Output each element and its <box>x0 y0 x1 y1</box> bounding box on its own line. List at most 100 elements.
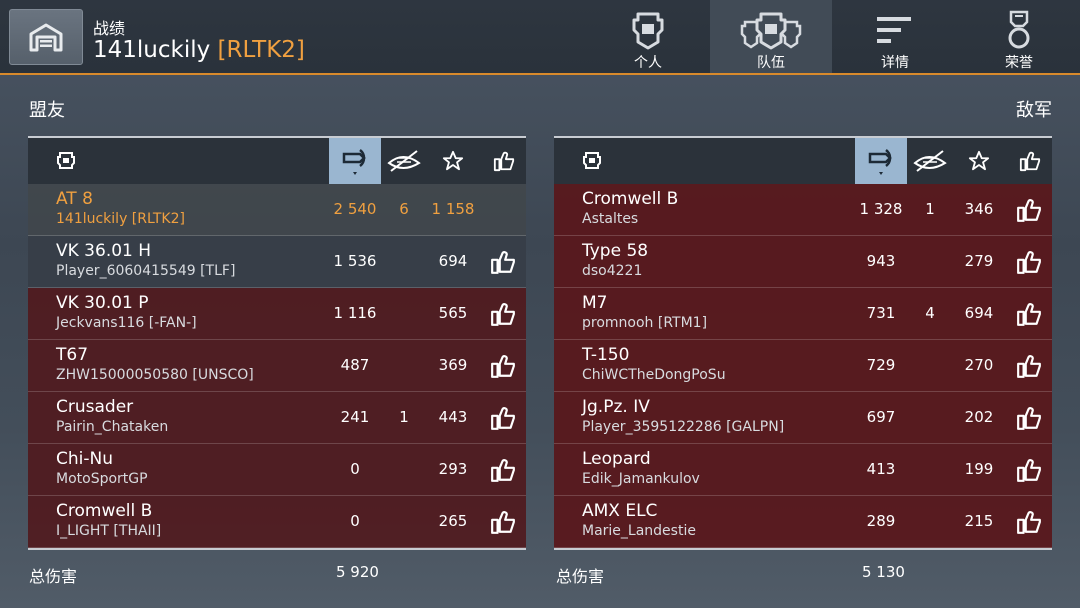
table-row[interactable]: Type 58 dso4221 943 279 <box>554 236 1052 288</box>
like-header-icon[interactable] <box>490 138 518 184</box>
kills-value: 1 <box>399 408 409 426</box>
score-value: 694 <box>438 252 468 270</box>
player-name: I_LIGHT [THAII] <box>56 523 162 539</box>
score-value: 369 <box>438 356 468 374</box>
table-row[interactable]: VK 30.01 P Jeckvans116 [-FAN-] 1 116 565 <box>28 288 526 340</box>
table-row[interactable]: Jg.Pz. IV Player_3595122286 [GALPN] 697 202 <box>554 392 1052 444</box>
thumbs-up-icon <box>491 459 515 482</box>
like-button[interactable] <box>1016 353 1042 379</box>
damage-value: 289 <box>866 512 896 530</box>
score-value: 443 <box>438 408 468 426</box>
details-lines-icon <box>875 10 915 50</box>
damage-value: 0 <box>350 512 360 530</box>
like-button[interactable] <box>1016 301 1042 327</box>
tab-honor-label: 荣誉 <box>1005 55 1033 71</box>
table-row[interactable]: AMX ELC Marie_Landestie 289 215 <box>554 496 1052 548</box>
tank-name: T67 <box>56 345 89 365</box>
damage-icon <box>868 149 892 175</box>
score-value: 293 <box>438 460 468 478</box>
thumbs-up-icon <box>1017 511 1041 534</box>
damage-icon <box>342 149 366 175</box>
player-name: Pairin_Chataken <box>56 419 169 435</box>
enemies-header <box>554 138 1052 184</box>
tank-name: Leopard <box>582 449 651 469</box>
table-row[interactable]: Cromwell B Astaltes 1 328 1 346 <box>554 184 1052 236</box>
thumbs-up-icon <box>1017 407 1041 430</box>
tank-name: Type 58 <box>582 241 649 261</box>
home-button[interactable] <box>9 9 83 65</box>
tank-name: VK 30.01 P <box>56 293 149 313</box>
table-row[interactable]: Crusader Pairin_Chataken 241 1 443 <box>28 392 526 444</box>
score-value: 565 <box>438 304 468 322</box>
player-name: MotoSportGP <box>56 471 148 487</box>
tab-details[interactable]: 详情 <box>834 0 956 73</box>
tank-name: AT 8 <box>56 189 93 209</box>
player-name: Edik_Jamankulov <box>582 471 700 487</box>
table-row[interactable]: Cromwell B I_LIGHT [THAII] 0 265 <box>28 496 526 548</box>
kills-icon[interactable] <box>910 138 950 184</box>
player-name: Player_3595122286 [GALPN] <box>582 419 785 435</box>
player-name: 141luckily <box>93 37 211 63</box>
allies-list: AT 8 141luckily [RLTK2] 2 540 6 1 158 VK 36.0… <box>28 184 526 548</box>
team-icon <box>739 10 803 50</box>
table-row[interactable]: VK 36.01 H Player_6060415549 [TLF] 1 536 69… <box>28 236 526 288</box>
section-label: 战绩 <box>93 19 126 38</box>
like-button[interactable] <box>490 301 516 327</box>
enemies-total-label: 总伤害 <box>556 567 605 586</box>
thumbs-up-icon <box>1017 303 1041 326</box>
garage-icon <box>29 23 63 52</box>
like-button[interactable] <box>490 457 516 483</box>
enemies-title: 敌军 <box>1016 100 1052 121</box>
player-name: 141luckily [RLTK2] <box>56 211 185 227</box>
tab-team[interactable]: 队伍 <box>710 0 832 73</box>
tank-name: Jg.Pz. IV <box>582 397 650 417</box>
like-header-icon[interactable] <box>1016 138 1044 184</box>
tank-column-icon[interactable] <box>52 138 80 184</box>
allies-title: 盟友 <box>29 100 65 121</box>
tab-personal[interactable]: 个人 <box>587 0 709 73</box>
enemies-footer-line <box>554 548 1052 550</box>
damage-value: 413 <box>866 460 896 478</box>
allies-total-label: 总伤害 <box>29 567 78 586</box>
player-name: promnooh [RTM1] <box>582 315 708 331</box>
table-row[interactable]: AT 8 141luckily [RLTK2] 2 540 6 1 158 <box>28 184 526 236</box>
table-row[interactable]: T-150 ChiWCTheDongPoSu 729 270 <box>554 340 1052 392</box>
like-button[interactable] <box>1016 457 1042 483</box>
damage-sort-button[interactable] <box>329 138 381 184</box>
star-icon[interactable] <box>964 138 994 184</box>
tab-team-label: 队伍 <box>757 55 785 71</box>
score-value: 215 <box>964 512 994 530</box>
table-row[interactable]: M7 promnooh [RTM1] 731 4 694 <box>554 288 1052 340</box>
kills-icon[interactable] <box>384 138 424 184</box>
like-button[interactable] <box>1016 405 1042 431</box>
allies-panel: AT 8 141luckily [RLTK2] 2 540 6 1 158 VK 36.0… <box>28 136 526 550</box>
player-clan: [RLTK2] <box>217 37 305 63</box>
like-button[interactable] <box>1016 249 1042 275</box>
tank-name: VK 36.01 H <box>56 241 152 261</box>
score-value: 279 <box>964 252 994 270</box>
tank-name: T-150 <box>582 345 630 365</box>
thumbs-up-icon <box>1017 199 1041 222</box>
tab-honor[interactable]: 荣誉 <box>958 0 1080 73</box>
star-icon[interactable] <box>438 138 468 184</box>
thumbs-up-icon <box>491 355 515 378</box>
damage-value: 1 116 <box>333 304 377 322</box>
like-button[interactable] <box>490 509 516 535</box>
player-name: Astaltes <box>582 211 639 227</box>
damage-sort-button[interactable] <box>855 138 907 184</box>
damage-value: 731 <box>866 304 896 322</box>
tank-column-icon[interactable] <box>578 138 606 184</box>
player-name: Marie_Landestie <box>582 523 696 539</box>
player-title: 141luckily [RLTK2] <box>93 37 305 63</box>
like-button[interactable] <box>1016 509 1042 535</box>
table-row[interactable]: Chi-Nu MotoSportGP 0 293 <box>28 444 526 496</box>
like-button[interactable] <box>1016 197 1042 223</box>
like-button[interactable] <box>490 249 516 275</box>
like-button[interactable] <box>490 405 516 431</box>
like-button[interactable] <box>490 353 516 379</box>
damage-value: 2 540 <box>333 200 377 218</box>
player-name: ZHW15000050580 [UNSCO] <box>56 367 254 383</box>
table-row[interactable]: T67 ZHW15000050580 [UNSCO] 487 369 <box>28 340 526 392</box>
table-row[interactable]: Leopard Edik_Jamankulov 413 199 <box>554 444 1052 496</box>
thumbs-up-icon <box>1017 251 1041 274</box>
